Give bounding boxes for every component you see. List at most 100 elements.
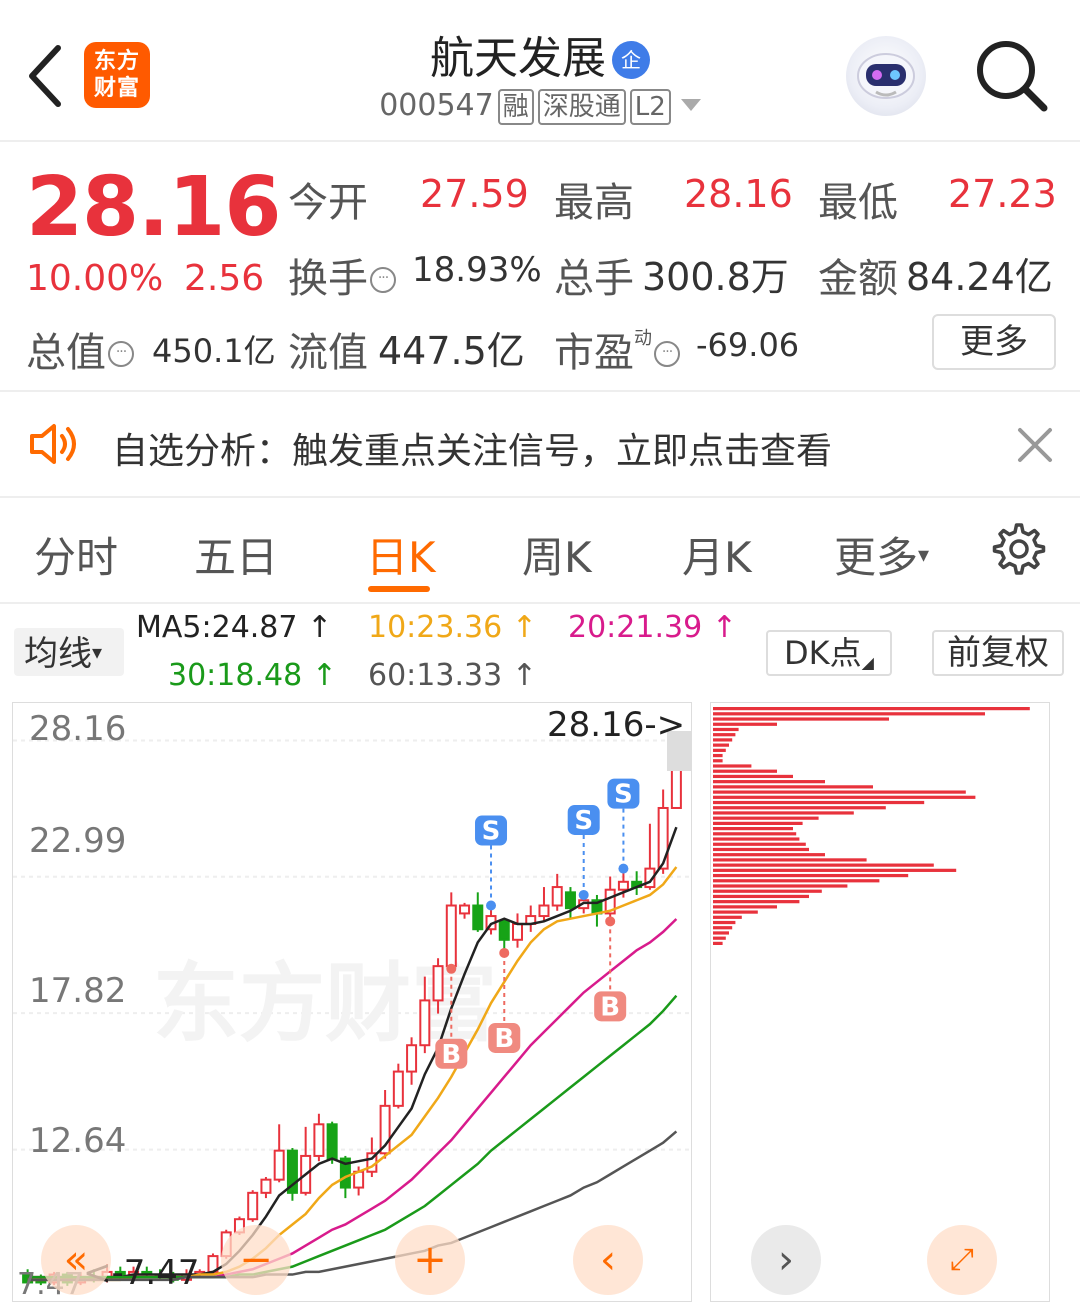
buy-signal-label: B: [494, 1024, 514, 1054]
more-quote-button[interactable]: 更多: [932, 314, 1056, 370]
volume-profile-bar: [713, 837, 800, 841]
y-tick-label: 22.99: [29, 821, 127, 861]
ma-indicator-select[interactable]: 均线▾: [14, 628, 124, 676]
buy-signal-dot: [605, 916, 616, 927]
close-alert-button[interactable]: [1014, 424, 1056, 466]
active-tab-indicator: [368, 586, 430, 592]
volume-profile-bar: [713, 858, 867, 862]
last-price: 28.16: [26, 160, 281, 255]
volume-profile-bar: [713, 795, 976, 799]
ma10-line: [27, 866, 678, 1282]
volume-profile-bar: [713, 707, 1030, 711]
speaker-icon: [28, 420, 84, 472]
ma10-value: 10:23.36 ↑: [368, 610, 537, 645]
gear-icon: [992, 523, 1046, 575]
volume-profile-bar: [713, 873, 909, 878]
alert-text[interactable]: 自选分析：触发重点关注信号，立即点击查看: [112, 422, 832, 474]
dropdown-arrow-icon: [680, 99, 701, 111]
y-tick-label: 12.64: [29, 1121, 127, 1161]
tab-five-day[interactable]: 五日: [194, 524, 278, 585]
assistant-robot-avatar[interactable]: [846, 36, 926, 116]
candle-body: [406, 1044, 418, 1073]
volume-profile-bar: [713, 759, 723, 763]
zoom-in-button[interactable]: +: [395, 1225, 465, 1295]
volume-profile-bar: [713, 722, 777, 726]
buy-signal-label: B: [441, 1040, 461, 1070]
volume-profile-svg: [713, 707, 1030, 945]
float-value: 447.5亿: [378, 329, 525, 373]
volume-profile-bar: [713, 774, 793, 779]
ma20-value: 20:21.39 ↑: [568, 610, 737, 645]
info-icon[interactable]: ···: [108, 341, 134, 367]
high-value: 28.16: [684, 172, 793, 216]
info-icon[interactable]: ···: [654, 341, 680, 367]
stock-code: 000547: [379, 88, 494, 123]
volume-profile-chart[interactable]: › ⤢: [710, 702, 1050, 1302]
tab-more[interactable]: 更多▾: [834, 524, 929, 585]
close-icon: [1018, 428, 1052, 462]
turnover-value: 18.93%: [412, 250, 542, 290]
mktcap-label: 总值 ···: [26, 320, 134, 378]
volume-profile-bar: [713, 821, 803, 825]
high-price-marker: 28.16->: [547, 705, 686, 745]
info-icon[interactable]: ···: [370, 267, 396, 293]
tab-intraday[interactable]: 分时: [34, 524, 118, 585]
candle-body: [247, 1191, 259, 1221]
candle-body: [511, 922, 524, 941]
tab-weekly-k[interactable]: 周K: [522, 524, 592, 585]
search-button[interactable]: [972, 36, 1050, 114]
robot-icon: [857, 53, 915, 99]
open-label: 今开: [288, 180, 368, 226]
candle-body: [326, 1123, 338, 1160]
top-bar: 东方 财富 航天发展企 000547 融深股通 L2: [0, 0, 1080, 142]
dk-point-button[interactable]: DK点◢: [766, 630, 892, 676]
y-tick-label: 28.16: [29, 709, 127, 749]
candle-body: [419, 999, 431, 1047]
volume-profile-bar: [713, 910, 758, 914]
tag-level2: L2: [629, 89, 671, 125]
volume-profile-bar: [713, 920, 736, 925]
rewind-button[interactable]: «: [41, 1225, 111, 1295]
candle-body: [564, 891, 576, 910]
volume-profile-bar: [713, 733, 736, 737]
change-percent: 10.00%: [26, 258, 164, 299]
volume-profile-bar: [713, 879, 880, 883]
volume-profile-bar: [713, 847, 809, 852]
volume-profile-bar: [713, 785, 873, 789]
chart-settings-button[interactable]: [992, 522, 1046, 580]
candle-body: [260, 1178, 272, 1194]
tab-monthly-k[interactable]: 月K: [682, 524, 752, 585]
candle-body: [392, 1070, 404, 1107]
sell-signal-dot: [486, 900, 497, 911]
candle-body: [498, 920, 510, 941]
volume-profile-bar: [713, 790, 966, 794]
zoom-out-button[interactable]: −: [221, 1225, 291, 1295]
candle-body: [617, 880, 629, 891]
scroll-left-button[interactable]: ‹: [573, 1225, 643, 1295]
candle-body: [432, 965, 444, 1002]
volume-profile-bar: [713, 748, 726, 752]
ma60-value: 60:13.33 ↑: [368, 658, 537, 693]
volume-profile-bar: [713, 894, 809, 899]
sell-signal-label: S: [614, 780, 633, 810]
tab-daily-k[interactable]: 日K: [366, 524, 436, 585]
volume-profile-bar: [713, 941, 723, 945]
buy-signal-label: B: [600, 992, 620, 1022]
fullscreen-button[interactable]: ⤢: [927, 1225, 997, 1295]
price-adjust-button[interactable]: 前复权: [932, 630, 1064, 676]
volume-profile-bar: [713, 868, 957, 872]
volume-profile-bar: [713, 806, 886, 810]
sell-signal-label: S: [574, 806, 593, 836]
volume-profile-bar: [713, 832, 797, 836]
candle-body: [445, 904, 457, 968]
amount-value: 84.24亿: [906, 255, 1053, 299]
ma5-value: MA5:24.87 ↑: [136, 610, 333, 645]
volume-label: 总手: [554, 256, 634, 302]
candle-body: [472, 904, 484, 931]
candlestick-chart[interactable]: 东方财富SSSBBB 28.16 22.99 17.82 12.64 7.47 …: [12, 702, 693, 1302]
scroll-right-button[interactable]: ›: [751, 1225, 821, 1295]
volume-profile-bar: [713, 915, 742, 919]
divider: [0, 496, 1080, 498]
volume-profile-bar: [713, 853, 825, 857]
candle-body: [538, 904, 550, 918]
